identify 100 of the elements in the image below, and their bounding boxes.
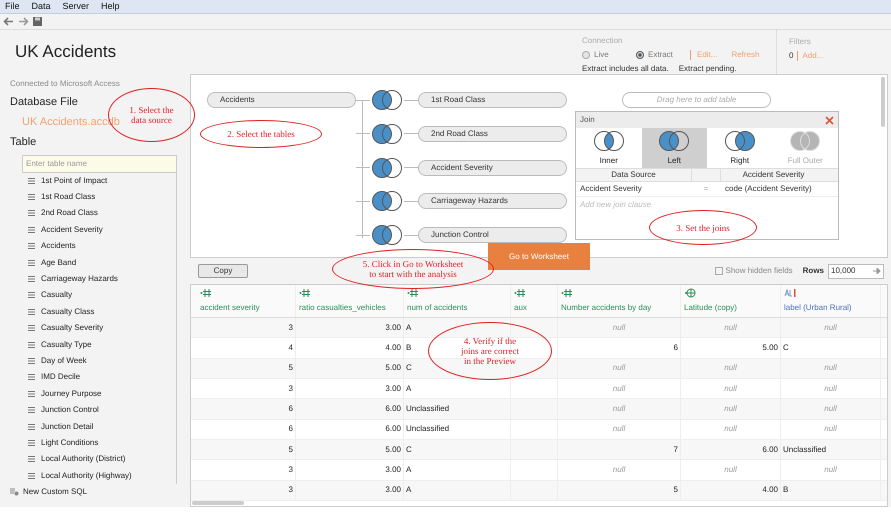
table-list-item[interactable]: Light Conditions [22,434,176,452]
join-type-option[interactable]: Inner [576,128,642,168]
table-list-item[interactable]: 2nd Road Class [22,205,176,222]
column-header[interactable]: accident severity [200,302,295,314]
table-list-item[interactable]: Casualty [22,287,176,304]
menu-item[interactable]: Help [101,2,120,11]
table-cell: 3.00 [296,318,404,338]
sql-icon [10,488,19,496]
venn-icon [370,122,404,145]
table-cell: null [681,399,781,419]
table-icon [28,407,35,414]
table-list-item[interactable]: Casualty Class [22,304,176,320]
table-cell: Unclassified [404,399,511,419]
table-cell: 6.00 [681,440,781,460]
table-list-item[interactable]: Carriageway Hazards [22,270,176,288]
table-list-item[interactable]: 1st Point of Impact [22,172,176,189]
table-cell: null [681,460,781,480]
menu-item[interactable]: Data [32,2,51,11]
radio-button[interactable]: Extract [636,49,684,61]
table-cell: 4.00 [296,338,404,358]
table-list-item[interactable]: Age Band [22,254,176,271]
table-cell: null [681,358,781,378]
table-cell: Unclassified [781,440,881,460]
table-pill[interactable]: Accident Severity [418,160,567,176]
table-pill[interactable]: Carriageway Hazards [418,193,567,210]
table-list-item[interactable]: Junction Detail [22,418,176,435]
page-title: UK Accidents [14,41,118,64]
table-cell: 5 [197,358,296,378]
table-cell: Unclassified [404,420,511,439]
section-label: Filters [789,36,812,48]
table-cell: 6 [197,420,296,439]
table-icon [28,260,35,266]
table-pill[interactable]: Accidents [207,92,356,108]
table-list-item[interactable]: Accident Severity [22,222,176,238]
menu-item[interactable]: File [5,2,20,11]
join-field[interactable]: code (Accident Severity) [721,183,826,195]
table-cell: null [558,378,681,398]
table-list-item[interactable]: Casualty Severity [22,320,176,336]
menu-item[interactable]: Server [62,2,90,11]
table-icon [28,308,35,315]
text-type-icon [784,288,796,298]
table-list-item[interactable]: Casualty Type [22,336,176,353]
table-icon [28,342,35,348]
column-header[interactable]: num of accidents [407,302,510,314]
column-header[interactable]: ratio casualties_vehicles [299,302,403,314]
column-header[interactable]: Latitude (copy) [684,302,780,314]
table-list-item[interactable]: Local Authority (Highway) [22,468,176,484]
table-pill[interactable]: 2nd Road Class [418,126,567,142]
table-list-item[interactable]: Local Authority (District) [22,451,176,468]
table-list-item[interactable]: IMD Decile [22,369,176,386]
table-cell: 3.00 [296,378,404,398]
table-cell: null [781,318,881,338]
table-list-item[interactable]: Day of Week [22,352,176,370]
table-cell: null [558,420,681,439]
venn-icon [370,224,404,246]
table-cell: 7 [558,440,681,460]
table-cell: 3.00 [296,480,404,500]
table-cell: 5 [197,440,296,460]
column-header[interactable]: aux [514,302,557,314]
column-header[interactable]: label (Urban Rural) [784,302,880,314]
venn-icon [370,89,404,111]
table-cell: null [558,358,681,378]
table-icon [28,226,35,233]
join-type-option[interactable]: Left [642,128,707,168]
table-icon [28,243,35,250]
arrow-icon[interactable] [873,268,881,274]
table-list-item[interactable]: Accidents [22,238,176,254]
globe-icon [684,288,696,298]
search-field[interactable]: Enter table name [22,154,177,172]
close-icon[interactable] [825,116,834,124]
table-cell: 3 [197,480,296,500]
table-cell: 6 [558,338,681,358]
column-header[interactable]: Number accidents by day [561,302,680,314]
scrollbar[interactable] [881,77,885,127]
table-list-item[interactable]: Journey Purpose [22,386,176,402]
copy-button[interactable]: Copy [198,264,248,278]
save-icon[interactable] [33,17,42,26]
table-cell: 6.00 [296,399,404,419]
table-cell: 5 [558,480,681,500]
scrollbar[interactable] [192,501,244,505]
column-header: Accident Severity [742,169,806,181]
forward-icon[interactable] [18,17,29,26]
table-icon [28,325,35,332]
table-cell: null [781,358,881,378]
number-type-icon [407,288,419,298]
section-heading: Database File [10,95,78,110]
table-pill[interactable]: Junction Control [418,227,567,244]
table-cell: 6 [197,399,296,419]
back-icon[interactable] [3,17,14,26]
custom-sql-item[interactable]: New Custom SQL [10,484,190,500]
table-list-item[interactable]: Junction Control [22,402,176,418]
venn-icon [788,130,822,152]
radio-button[interactable]: Live [582,49,630,61]
table-cell: 5.00 [681,338,781,358]
join-type-option[interactable]: Right [707,128,772,168]
rows-field[interactable]: 10,000 [828,264,884,278]
table-pill[interactable]: 1st Road Class [418,92,567,108]
join-field[interactable]: Accident Severity [576,183,691,195]
number-type-icon [299,288,311,298]
table-list-item[interactable]: 1st Road Class [22,188,176,206]
